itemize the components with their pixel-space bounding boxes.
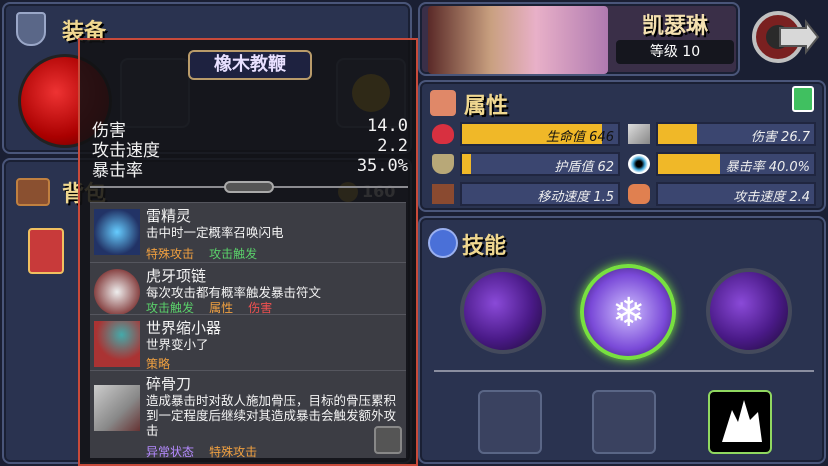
- skills-panel: 技能 ❄: [418, 216, 826, 464]
- body-icon: [430, 90, 456, 116]
- perk-item[interactable]: 雷精灵 击中时一定概率召唤闪电 特殊攻击 攻击触发: [90, 202, 406, 262]
- perk-tag: 异常状态: [146, 445, 195, 459]
- shatter-icon: [722, 400, 762, 442]
- back-button[interactable]: [750, 8, 820, 66]
- skill-slot-2[interactable]: [592, 390, 656, 454]
- attr-move-speed: 移动速度 1.5: [432, 182, 622, 206]
- divider: [90, 181, 408, 193]
- attr-attack-speed: 攻击速度 2.4: [628, 182, 818, 206]
- attr-text: 护盾值 62: [554, 160, 614, 175]
- perk-tag: 策略: [146, 357, 171, 371]
- perk-item[interactable]: 世界缩小器 世界变小了 策略: [90, 314, 406, 371]
- attr-health: 生命值 646: [432, 122, 622, 146]
- stat-row-crit: 暴击率 35.0%: [92, 156, 408, 181]
- attributes-title: 属性: [464, 94, 509, 119]
- character-name: 凯瑟琳: [641, 14, 708, 39]
- attr-crit: 暴击率 40.0%: [628, 152, 818, 176]
- perk-item[interactable]: 碎骨刀 造成暴击时对敌人施加骨压，目标的骨压累积到一定程度后继续对其造成暴击会触…: [90, 370, 406, 459]
- perk-name: 碎骨刀: [146, 375, 192, 393]
- perk-tag: 特殊攻击: [209, 445, 258, 459]
- perk-name: 虎牙项链: [146, 267, 207, 285]
- stat-value: 35.0%: [356, 156, 408, 176]
- character-portrait: [428, 6, 608, 74]
- stat-label: 暴击率: [92, 161, 143, 181]
- scroll-down-icon[interactable]: [374, 426, 402, 454]
- perk-name: 世界缩小器: [146, 319, 222, 337]
- shield-icon: [432, 154, 454, 174]
- perk-name: 雷精灵: [146, 207, 192, 225]
- perk-tag: 特殊攻击: [146, 247, 195, 261]
- skills-title: 技能: [462, 234, 507, 259]
- back-arrow-icon: [752, 11, 820, 63]
- helmet-icon: [16, 12, 46, 46]
- stat-row-damage: 伤害 14.0: [92, 116, 408, 141]
- lightning-spirit-icon: [94, 209, 140, 255]
- potion-button[interactable]: [792, 86, 814, 112]
- attr-shield: 护盾值 62: [432, 152, 622, 176]
- eye-icon: [628, 154, 650, 174]
- stat-row-attack-speed: 攻击速度 2.2: [92, 136, 408, 161]
- world-shrinker-icon: [94, 321, 140, 367]
- sword-icon: [628, 124, 650, 144]
- item-name: 橡木教鞭: [188, 50, 312, 80]
- boot-icon: [432, 184, 454, 204]
- fang-necklace-icon: [94, 269, 140, 315]
- lightning-icon: [428, 228, 458, 258]
- perk-desc: 造成暴击时对敌人施加骨压，目标的骨压累积到一定程度后继续对其造成暴击会触发额外攻…: [146, 393, 397, 438]
- attr-text: 攻击速度 2.4: [733, 190, 810, 205]
- skill-slot-3[interactable]: [708, 390, 772, 454]
- attr-text: 移动速度 1.5: [537, 190, 614, 205]
- attributes-panel: 属性 生命值 646 伤害 26.7 护盾值 62 暴击率 40.0% 移动速度…: [418, 80, 826, 212]
- character-level: 等级 10: [616, 40, 734, 64]
- attr-text: 生命值 646: [546, 130, 614, 145]
- perk-desc: 世界变小了: [146, 337, 209, 352]
- character-panel: 凯瑟琳 等级 10: [418, 2, 740, 76]
- item-tooltip: 橡木教鞭 伤害 14.0 攻击速度 2.2 暴击率 35.0% 雷精灵 击中时一…: [78, 38, 418, 466]
- attr-damage: 伤害 26.7: [628, 122, 818, 146]
- perk-tag: 攻击触发: [146, 301, 195, 315]
- perk-tag: 属性: [209, 301, 234, 315]
- perk-tag: 攻击触发: [209, 247, 258, 261]
- skill-slot-1[interactable]: [478, 390, 542, 454]
- perk-tag: 伤害: [248, 301, 273, 315]
- perk-item[interactable]: 虎牙项链 每次攻击都有概率触发暴击符文 攻击触发 属性 伤害: [90, 262, 406, 315]
- stat-value: 14.0: [367, 116, 408, 136]
- cleaver-icon: [94, 385, 140, 431]
- skill-orb-flame[interactable]: [460, 268, 546, 354]
- skill-orb-snowflake[interactable]: ❄: [580, 264, 676, 360]
- stat-value: 2.2: [377, 136, 408, 156]
- bag-item-potion[interactable]: [28, 228, 64, 274]
- skill-orb-lightning[interactable]: [706, 268, 792, 354]
- perk-desc: 击中时一定概率召唤闪电: [146, 225, 284, 240]
- snowflake-icon: ❄: [612, 290, 646, 336]
- chest-icon: [16, 178, 50, 206]
- attr-text: 暴击率 40.0%: [725, 160, 810, 175]
- heart-icon: [432, 124, 454, 144]
- divider: [434, 370, 814, 372]
- fist-icon: [628, 184, 650, 204]
- attr-text: 伤害 26.7: [750, 130, 810, 145]
